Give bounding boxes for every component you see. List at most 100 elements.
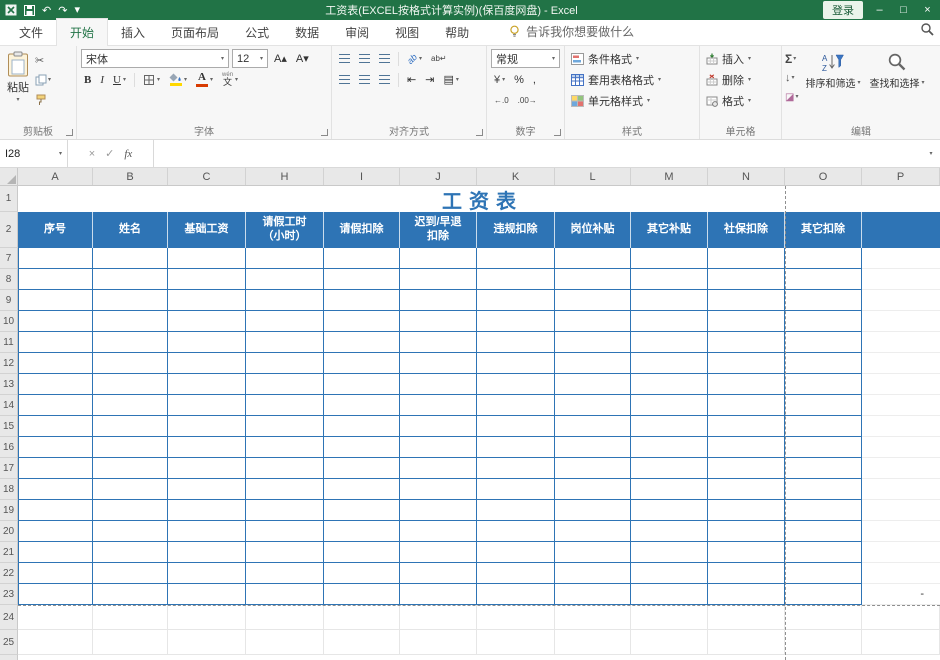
cell-L23[interactable] xyxy=(555,584,631,605)
cell-K18[interactable] xyxy=(477,479,555,500)
cell-L13[interactable] xyxy=(555,374,631,395)
minimize-button[interactable]: – xyxy=(872,4,887,16)
row-header-22[interactable]: 22 xyxy=(0,563,18,584)
cell-I13[interactable] xyxy=(324,374,400,395)
column-header-O[interactable]: O xyxy=(785,168,862,185)
row-header-15[interactable]: 15 xyxy=(0,416,18,437)
cell-M21[interactable] xyxy=(631,542,708,563)
cell-H15[interactable] xyxy=(246,416,324,437)
cell-K24[interactable] xyxy=(477,605,555,630)
cell-M7[interactable] xyxy=(631,248,708,269)
align-bottom-button[interactable] xyxy=(376,53,393,65)
cell-C16[interactable] xyxy=(168,437,246,458)
cell-B7[interactable] xyxy=(93,248,168,269)
cell-J12[interactable] xyxy=(400,353,477,374)
save-button[interactable] xyxy=(24,5,35,16)
cell-O7[interactable] xyxy=(785,248,862,269)
cell-L17[interactable] xyxy=(555,458,631,479)
cell-B19[interactable] xyxy=(93,500,168,521)
cell-H17[interactable] xyxy=(246,458,324,479)
fill-button[interactable]: ↓▾ xyxy=(785,71,798,85)
cell-J11[interactable] xyxy=(400,332,477,353)
header-cell-B[interactable]: 姓名 xyxy=(93,212,168,248)
cell-O23[interactable] xyxy=(785,584,862,605)
cell-L18[interactable] xyxy=(555,479,631,500)
cell-B11[interactable] xyxy=(93,332,168,353)
cell-M19[interactable] xyxy=(631,500,708,521)
font-size-combo[interactable]: 12▾ xyxy=(232,49,268,68)
cell-J13[interactable] xyxy=(400,374,477,395)
cell-K11[interactable] xyxy=(477,332,555,353)
cell-A16[interactable] xyxy=(18,437,93,458)
font-color-button[interactable]: A▾ xyxy=(193,71,216,88)
cell-L10[interactable] xyxy=(555,311,631,332)
cell-C23[interactable] xyxy=(168,584,246,605)
cell-I25[interactable] xyxy=(324,630,400,655)
paste-button[interactable]: 粘贴 ▾ xyxy=(3,48,33,107)
decrease-font-size-button[interactable]: A▾ xyxy=(293,51,312,66)
name-box[interactable]: I28 ▾ xyxy=(0,140,68,167)
cell-H24[interactable] xyxy=(246,605,324,630)
cell-M20[interactable] xyxy=(631,521,708,542)
row-header-21[interactable]: 21 xyxy=(0,542,18,563)
cell-P13[interactable] xyxy=(862,374,940,395)
cell-P19[interactable] xyxy=(862,500,940,521)
cell-H7[interactable] xyxy=(246,248,324,269)
cell-C25[interactable] xyxy=(168,630,246,655)
header-cell-L[interactable]: 岗位补贴 xyxy=(555,212,631,248)
alignment-dialog-launcher[interactable] xyxy=(476,129,483,136)
cell-P24[interactable] xyxy=(862,605,940,630)
cell-A17[interactable] xyxy=(18,458,93,479)
column-header-L[interactable]: L xyxy=(555,168,631,185)
format-as-table-button[interactable]: 套用表格格式▾ xyxy=(568,69,696,90)
row-header-14[interactable]: 14 xyxy=(0,395,18,416)
header-cell-I[interactable]: 请假扣除 xyxy=(324,212,400,248)
cell-C19[interactable] xyxy=(168,500,246,521)
redo-button[interactable]: ↷ xyxy=(58,4,67,17)
cell-A12[interactable] xyxy=(18,353,93,374)
cell-A11[interactable] xyxy=(18,332,93,353)
cell-N7[interactable] xyxy=(708,248,785,269)
cell-H22[interactable] xyxy=(246,563,324,584)
column-header-N[interactable]: N xyxy=(708,168,785,185)
header-cell-M[interactable]: 其它补贴 xyxy=(631,212,708,248)
cell-M17[interactable] xyxy=(631,458,708,479)
cell-I19[interactable] xyxy=(324,500,400,521)
row-header-11[interactable]: 11 xyxy=(0,332,18,353)
cell-K22[interactable] xyxy=(477,563,555,584)
cell-M14[interactable] xyxy=(631,395,708,416)
cell-J19[interactable] xyxy=(400,500,477,521)
header-cell-N[interactable]: 社保扣除 xyxy=(708,212,785,248)
cell-B17[interactable] xyxy=(93,458,168,479)
cell-B14[interactable] xyxy=(93,395,168,416)
number-dialog-launcher[interactable] xyxy=(554,129,561,136)
cell-B9[interactable] xyxy=(93,290,168,311)
cell-P8[interactable] xyxy=(862,269,940,290)
cell-N22[interactable] xyxy=(708,563,785,584)
tab-file[interactable]: 文件 xyxy=(6,19,56,45)
cell-P10[interactable] xyxy=(862,311,940,332)
row-header-1[interactable]: 1 xyxy=(0,186,18,212)
column-header-I[interactable]: I xyxy=(324,168,400,185)
cell-B23[interactable] xyxy=(93,584,168,605)
cell-C12[interactable] xyxy=(168,353,246,374)
cell-P7[interactable] xyxy=(862,248,940,269)
cell-I8[interactable] xyxy=(324,269,400,290)
cell-C21[interactable] xyxy=(168,542,246,563)
cell-P18[interactable] xyxy=(862,479,940,500)
phonetic-guide-button[interactable]: wén文▾ xyxy=(219,71,241,88)
copy-button[interactable]: ▾ xyxy=(35,73,51,87)
row-header-16[interactable]: 16 xyxy=(0,437,18,458)
cell-B13[interactable] xyxy=(93,374,168,395)
cell-C15[interactable] xyxy=(168,416,246,437)
accounting-format-button[interactable]: ¥▾ xyxy=(491,73,508,87)
cell-K19[interactable] xyxy=(477,500,555,521)
cell-H8[interactable] xyxy=(246,269,324,290)
cell-B25[interactable] xyxy=(93,630,168,655)
cell-K10[interactable] xyxy=(477,311,555,332)
cell-N23[interactable] xyxy=(708,584,785,605)
cell-B20[interactable] xyxy=(93,521,168,542)
percent-style-button[interactable]: % xyxy=(511,73,527,87)
cell-L22[interactable] xyxy=(555,563,631,584)
increase-font-size-button[interactable]: A▴ xyxy=(271,51,290,66)
